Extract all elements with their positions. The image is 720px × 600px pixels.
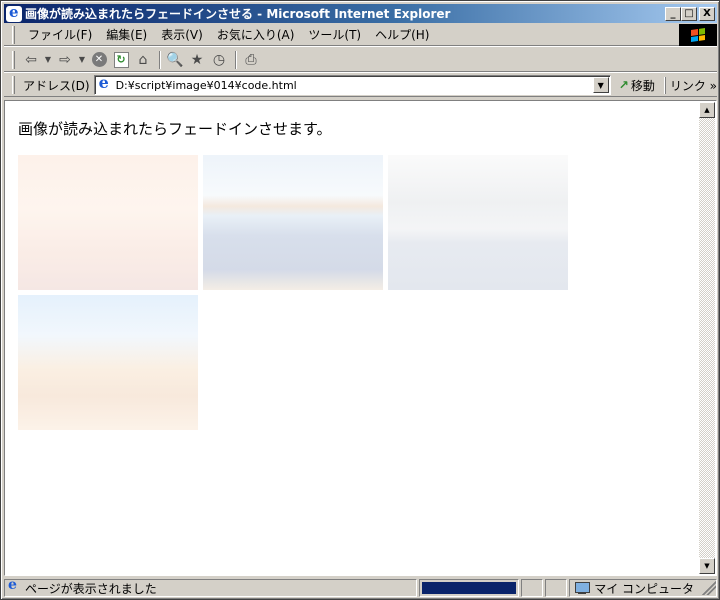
print-icon[interactable]: ⎙ [241, 50, 261, 70]
go-button[interactable]: ↗ 移動 [619, 77, 655, 94]
zone-label: マイ コンピュータ [594, 581, 695, 596]
status-pane-empty [521, 579, 544, 597]
page-heading: 画像が読み込まれたらフェードインさせます。 [18, 120, 332, 138]
go-label: 移動 [630, 78, 655, 93]
desert-peak-image [18, 295, 198, 430]
menu-edit[interactable]: 編集(E) [99, 26, 154, 43]
minimize-button[interactable]: _ [665, 6, 681, 21]
coast-image [203, 155, 383, 290]
refresh-icon: ↻ [113, 51, 129, 68]
scroll-down-icon[interactable]: ▼ [699, 558, 715, 574]
menu-bar: ファイル(F) 編集(E) 表示(V) お気に入り(A) ツール(T) ヘルプ(… [4, 23, 717, 46]
toolbar-separator [159, 50, 161, 69]
window-title: 画像が読み込まれたらフェードインさせる - Microsoft Internet… [25, 7, 451, 21]
security-zone-pane: マイ コンピュータ [569, 579, 717, 597]
status-message-pane: ページが表示されました [4, 579, 418, 597]
go-arrow-icon: ↗ [618, 78, 629, 92]
forward-icon[interactable]: ⇨ [55, 50, 75, 70]
page-content: 画像が読み込まれたらフェードインさせます。 [6, 102, 699, 574]
vertical-scrollbar[interactable]: ▲ ▼ [699, 102, 715, 574]
ie-logo-icon[interactable] [6, 3, 22, 22]
address-field[interactable]: ▼ [93, 73, 611, 95]
history-icon[interactable]: ◷ [209, 50, 229, 70]
home-icon[interactable]: ⌂ [133, 50, 153, 70]
refresh-button[interactable]: ↻ [111, 50, 131, 70]
browser-window: 画像が読み込まれたらフェードインさせる - Microsoft Internet… [0, 0, 720, 600]
resize-grip-icon[interactable] [702, 581, 716, 595]
scroll-up-icon[interactable]: ▲ [699, 102, 715, 118]
maximize-button[interactable]: □ [681, 6, 697, 21]
standard-toolbar: ⇦ ▼ ⇨ ▼ ✕ ↻ ⌂ 🔍 ★ ◷ ⎙ [4, 48, 717, 72]
menu-file[interactable]: ファイル(F) [21, 26, 99, 43]
toolbar-grip[interactable] [12, 50, 15, 69]
links-button[interactable]: リンク » [664, 76, 717, 94]
back-icon[interactable]: ⇦ [21, 50, 41, 70]
page-status-icon [7, 580, 21, 595]
title-bar[interactable]: 画像が読み込まれたらフェードインさせる - Microsoft Internet… [4, 3, 717, 23]
stop-icon: ✕ [91, 52, 107, 67]
stop-button[interactable]: ✕ [89, 50, 109, 70]
progress-bar [422, 582, 517, 594]
computer-icon [574, 581, 591, 595]
forward-dropdown-icon[interactable]: ▼ [77, 50, 87, 70]
status-bar: ページが表示されました マイ コンピュータ [4, 578, 717, 598]
address-label: アドレス(D) [22, 78, 90, 93]
menu-help[interactable]: ヘルプ(H) [368, 26, 436, 43]
status-message: ページが表示されました [25, 581, 157, 596]
close-button[interactable]: X [699, 6, 715, 21]
menu-view[interactable]: 表示(V) [154, 26, 210, 43]
windows-logo-icon [679, 23, 717, 46]
toolbar-separator [235, 50, 237, 69]
addressbar-grip[interactable] [12, 76, 15, 94]
menubar-grip[interactable] [12, 25, 15, 44]
menu-tools[interactable]: ツール(T) [301, 26, 368, 43]
progress-pane [419, 579, 520, 597]
search-icon[interactable]: 🔍 [165, 50, 185, 70]
favorites-icon[interactable]: ★ [187, 50, 207, 70]
mountain-lake-image [388, 155, 568, 290]
page-viewport: 画像が読み込まれたらフェードインさせます。 ▲ ▼ [4, 100, 717, 576]
sunset-image [18, 155, 198, 290]
address-input[interactable] [115, 77, 606, 93]
menu-favorites[interactable]: お気に入り(A) [210, 26, 302, 43]
back-dropdown-icon[interactable]: ▼ [43, 50, 53, 70]
address-bar: アドレス(D) ▼ ↗ 移動 リンク » [4, 73, 717, 97]
status-pane-empty [545, 579, 568, 597]
window-controls: _ □ X [665, 6, 717, 21]
address-dropdown-icon[interactable]: ▼ [592, 77, 609, 93]
page-icon [97, 73, 113, 93]
